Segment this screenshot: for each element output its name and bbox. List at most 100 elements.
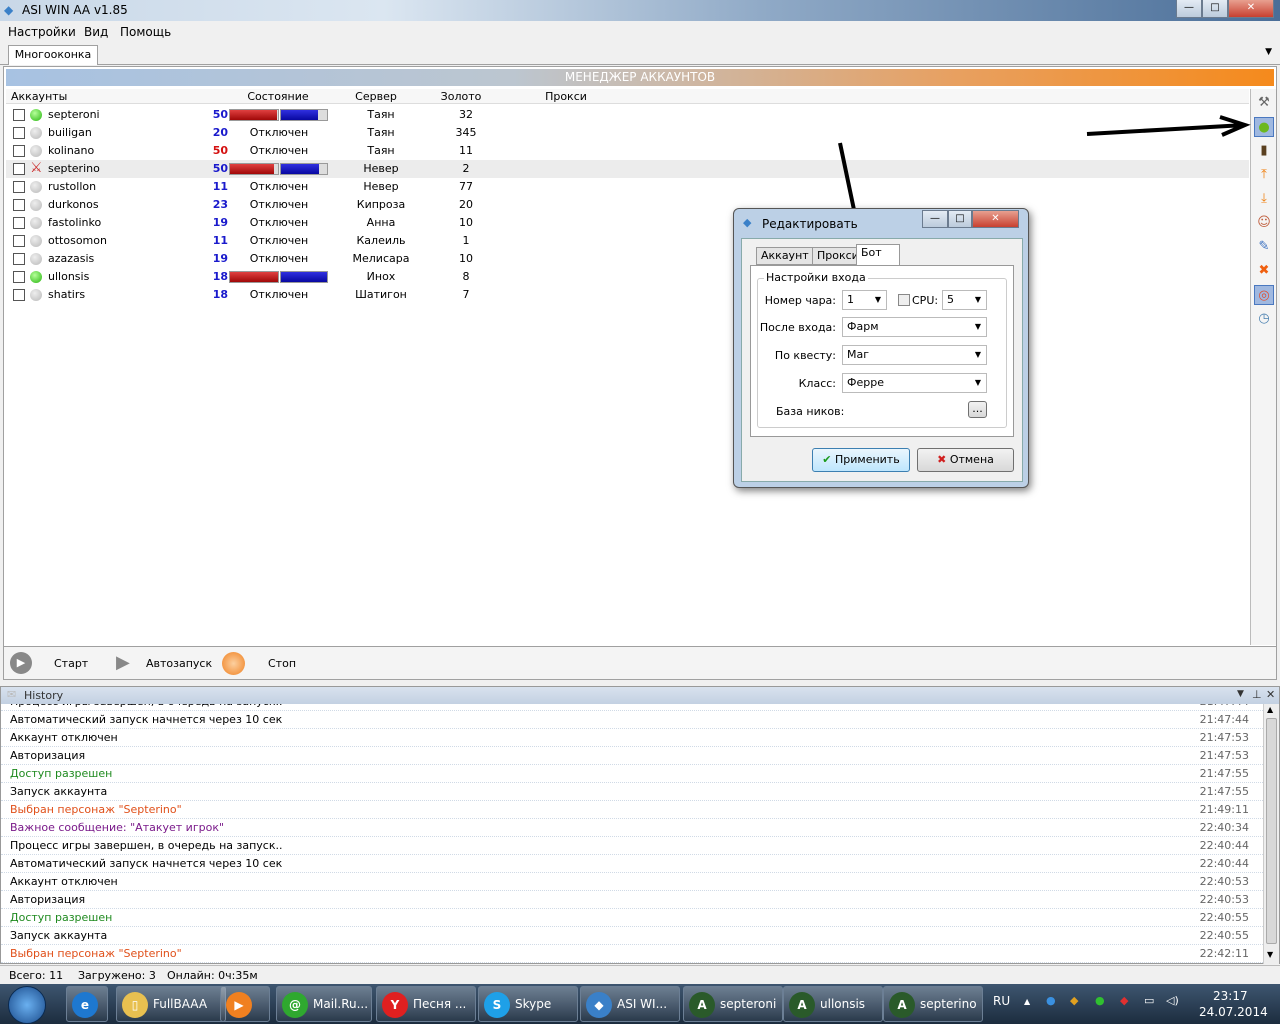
account-checkbox[interactable] bbox=[13, 289, 25, 301]
menu-settings[interactable]: Настройки bbox=[8, 25, 76, 39]
col-server[interactable]: Сервер bbox=[336, 90, 416, 103]
account-checkbox[interactable] bbox=[13, 127, 25, 139]
account-row[interactable]: fastolinko 19 Отключен Анна 10 bbox=[6, 214, 1249, 232]
taskbar-item[interactable]: Asepterino bbox=[883, 986, 983, 1022]
tray-network-icon[interactable]: ▭ bbox=[1144, 994, 1154, 1007]
history-message: Доступ разрешен bbox=[10, 911, 113, 924]
account-row[interactable]: ⚔ septerino 50 Невер 2 bbox=[6, 160, 1249, 178]
account-checkbox[interactable] bbox=[13, 235, 25, 247]
char-number-select[interactable]: 1 ▼ bbox=[842, 290, 887, 310]
tab-bot[interactable]: Бот bbox=[856, 244, 900, 266]
account-row[interactable]: durkonos 23 Отключен Кипроза 20 bbox=[6, 196, 1249, 214]
add-user-icon[interactable]: ☺ bbox=[1254, 213, 1274, 233]
cpu-select[interactable]: 5 ▼ bbox=[942, 290, 987, 310]
account-checkbox[interactable] bbox=[13, 109, 25, 121]
account-row[interactable]: ottosomon 11 Отключен Калеиль 1 bbox=[6, 232, 1249, 250]
start-button[interactable]: Старт bbox=[54, 657, 88, 670]
scroll-thumb[interactable] bbox=[1266, 718, 1277, 944]
clock-time[interactable]: 23:17 bbox=[1213, 989, 1248, 1003]
taskbar-item[interactable]: @ Mail.Ru... bbox=[276, 986, 372, 1022]
tray-network-globe-icon[interactable]: ● bbox=[1046, 994, 1056, 1007]
account-row[interactable]: azazasis 19 Отключен Мелисара 10 bbox=[6, 250, 1249, 268]
account-checkbox[interactable] bbox=[13, 271, 25, 283]
account-server: Мелисара bbox=[352, 252, 410, 265]
account-row[interactable]: ullonsis 18 Инох 8 bbox=[6, 268, 1249, 286]
tray-volume-icon[interactable]: ◁) bbox=[1166, 994, 1179, 1007]
dialog-minimize-button[interactable]: — bbox=[922, 210, 948, 228]
autostart-button[interactable]: Автозапуск bbox=[146, 657, 212, 670]
history-scrollbar[interactable]: ▲ ▼ bbox=[1263, 704, 1279, 964]
title-bar: ◆ ASI WIN AA v1.85 — □ ✕ bbox=[0, 0, 1280, 21]
cpu-checkbox[interactable] bbox=[898, 294, 910, 306]
close-button[interactable]: ✕ bbox=[1228, 0, 1274, 18]
taskbar-item[interactable]: ▯ FullBAAA bbox=[116, 986, 226, 1022]
apply-button[interactable]: ✔ Применить bbox=[812, 448, 910, 472]
delete-icon[interactable]: ✖ bbox=[1254, 261, 1274, 281]
account-checkbox[interactable] bbox=[13, 163, 25, 175]
move-bottom-icon[interactable]: ⤓ bbox=[1254, 189, 1274, 209]
account-row[interactable]: rustollon 11 Отключен Невер 77 bbox=[6, 178, 1249, 196]
edit-icon[interactable]: ✎ bbox=[1254, 237, 1274, 257]
login-door-icon[interactable]: ▮ bbox=[1254, 141, 1274, 161]
class-select[interactable]: Ферре ▼ bbox=[842, 373, 987, 393]
android-icon[interactable]: ● bbox=[1254, 117, 1274, 137]
taskbar-item[interactable]: e bbox=[66, 986, 108, 1022]
tray-expand-icon[interactable]: ▲ bbox=[1024, 997, 1030, 1006]
tab-account[interactable]: Аккаунт bbox=[756, 247, 814, 265]
taskbar-item[interactable]: ▶ bbox=[220, 986, 270, 1022]
after-login-select[interactable]: Фарм ▼ bbox=[842, 317, 987, 337]
stop-button[interactable]: Стоп bbox=[268, 657, 296, 670]
taskbar-item[interactable]: Asepteroni bbox=[683, 986, 783, 1022]
move-top-icon[interactable]: ⤒ bbox=[1254, 165, 1274, 185]
tray-antivirus-icon[interactable]: ● bbox=[1095, 994, 1105, 1007]
col-proxy[interactable]: Прокси bbox=[506, 90, 626, 103]
pin-icon[interactable]: ⊥ bbox=[1252, 688, 1262, 701]
history-time: 22:40:55 bbox=[1199, 911, 1249, 924]
cancel-button[interactable]: ✖ Отмена bbox=[917, 448, 1014, 472]
menu-help[interactable]: Помощь bbox=[120, 25, 171, 39]
account-row[interactable]: kolinano 50 Отключен Таян 11 bbox=[6, 142, 1249, 160]
language-indicator[interactable]: RU bbox=[993, 994, 1010, 1008]
account-name: ottosomon bbox=[48, 234, 107, 247]
account-checkbox[interactable] bbox=[13, 145, 25, 157]
clock-date[interactable]: 24.07.2014 bbox=[1199, 1005, 1268, 1019]
account-checkbox[interactable] bbox=[13, 181, 25, 193]
tools-icon[interactable]: ⚒ bbox=[1254, 93, 1274, 113]
browse-button[interactable]: ... bbox=[968, 401, 987, 418]
quest-select[interactable]: Маг ▼ bbox=[842, 345, 987, 365]
history-message: Запуск аккаунта bbox=[10, 785, 108, 798]
menu-view[interactable]: Вид bbox=[84, 25, 108, 39]
clock-icon[interactable]: ◷ bbox=[1254, 309, 1274, 329]
account-checkbox[interactable] bbox=[13, 253, 25, 265]
col-gold[interactable]: Золото bbox=[431, 90, 491, 103]
account-row[interactable]: septeroni 50 Таян 32 bbox=[6, 106, 1249, 124]
account-checkbox[interactable] bbox=[13, 199, 25, 211]
account-name: septeroni bbox=[48, 108, 100, 121]
minimize-button[interactable]: — bbox=[1176, 0, 1202, 18]
taskbar-item[interactable]: ◆ ASI WI... bbox=[580, 986, 680, 1022]
taskbar-item[interactable]: Aullonsis bbox=[783, 986, 883, 1022]
col-state[interactable]: Состояние bbox=[228, 90, 328, 103]
play-icon[interactable]: ▶ bbox=[10, 652, 32, 674]
account-checkbox[interactable] bbox=[13, 217, 25, 229]
autostart-icon[interactable]: ▶ bbox=[116, 652, 130, 673]
maximize-button[interactable]: □ bbox=[1202, 0, 1228, 18]
history-menu-icon[interactable]: ▼ bbox=[1237, 689, 1244, 699]
cpu-label: CPU: bbox=[912, 294, 939, 307]
account-row[interactable]: shatirs 18 Отключен Шатигон 7 bbox=[6, 286, 1249, 304]
lifebuoy-icon[interactable]: ◎ bbox=[1254, 285, 1274, 305]
tab-dropdown-icon[interactable]: ▼ bbox=[1265, 47, 1272, 57]
stop-icon[interactable] bbox=[222, 652, 245, 675]
taskbar-item[interactable]: Y Песня ... bbox=[376, 986, 476, 1022]
dialog-maximize-button[interactable]: □ bbox=[948, 210, 972, 228]
dialog-close-button[interactable]: ✕ bbox=[972, 210, 1019, 228]
account-row[interactable]: builigan 20 Отключен Таян 345 bbox=[6, 124, 1249, 142]
taskbar-item[interactable]: S Skype bbox=[478, 986, 578, 1022]
start-menu-button[interactable] bbox=[8, 986, 46, 1024]
history-close-icon[interactable]: ✕ bbox=[1266, 688, 1275, 701]
tray-shield-icon[interactable]: ◆ bbox=[1070, 994, 1078, 1007]
account-state: Отключен bbox=[249, 216, 309, 229]
tab-multiwindow[interactable]: Многооконка bbox=[8, 45, 98, 65]
tray-security-icon[interactable]: ◆ bbox=[1120, 994, 1128, 1007]
col-accounts[interactable]: Аккаунты bbox=[11, 90, 67, 103]
